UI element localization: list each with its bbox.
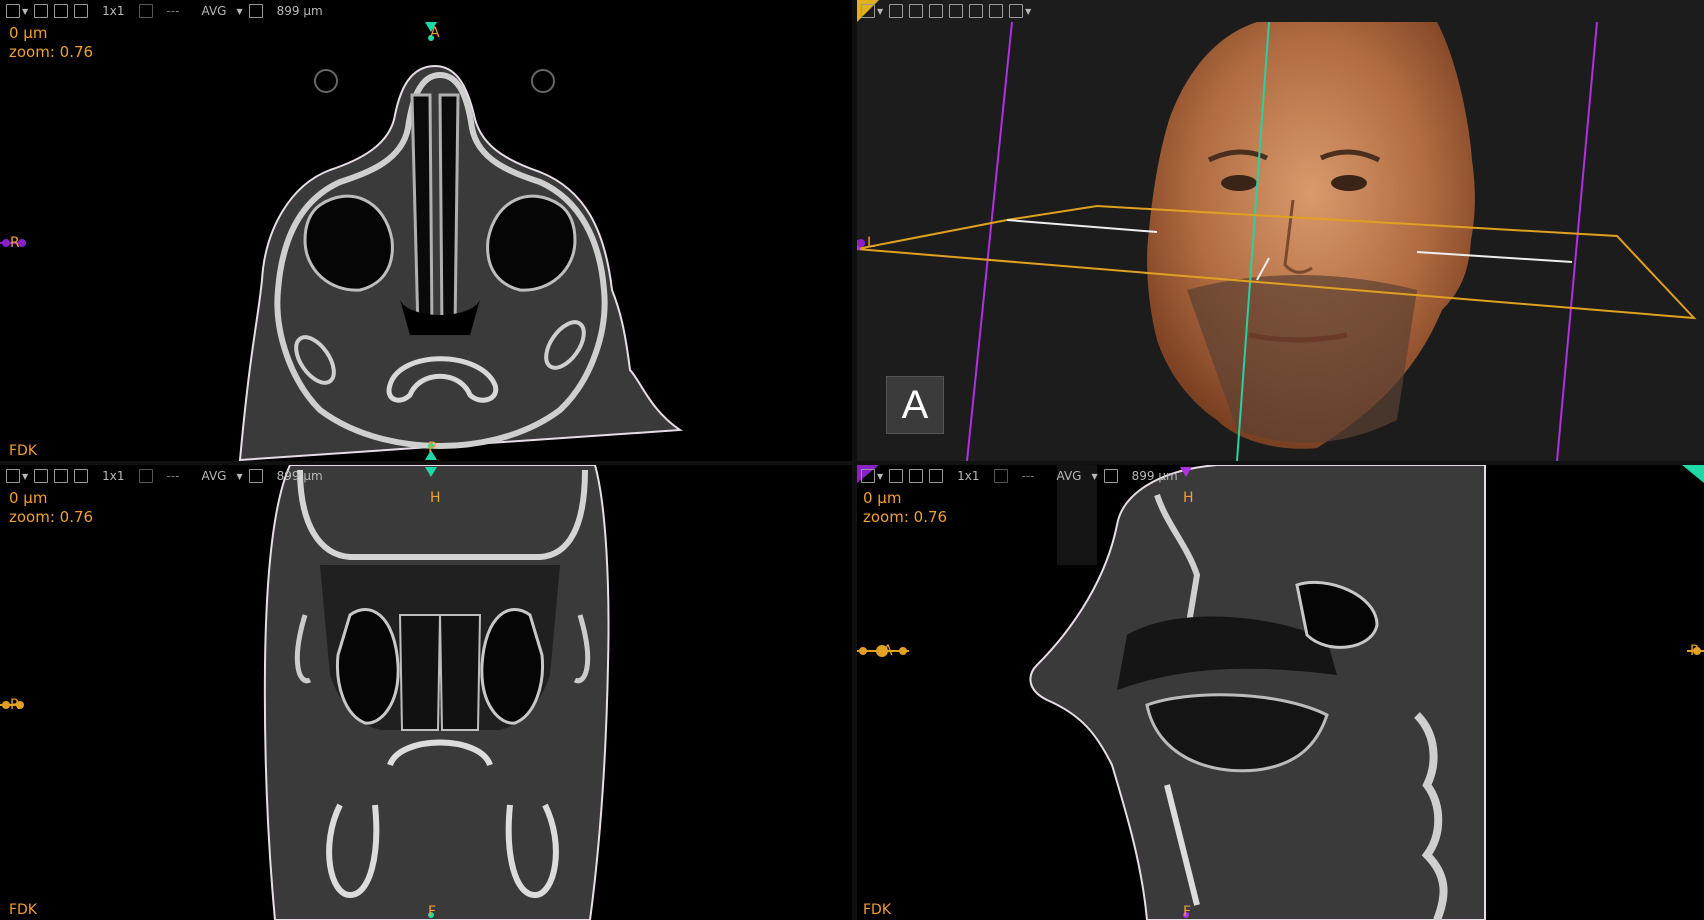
copy-icon[interactable] xyxy=(1103,469,1118,483)
chevron-down-icon[interactable]: ▼ xyxy=(877,7,883,16)
3d-face-render xyxy=(857,0,1697,461)
layout-icon[interactable] xyxy=(74,469,89,483)
thickness-value[interactable]: 899 µm xyxy=(269,469,331,483)
recon-label: FDK xyxy=(9,902,38,918)
save-icon[interactable] xyxy=(861,469,875,483)
thickness-value[interactable]: 899 µm xyxy=(1124,469,1186,483)
copy-icon[interactable] xyxy=(248,4,263,18)
snapshot-icon[interactable] xyxy=(909,469,924,483)
orient-left: A xyxy=(883,643,893,659)
separator-dashes: --- xyxy=(166,469,180,483)
orient-top: A xyxy=(430,25,440,41)
sync-icon[interactable] xyxy=(993,469,1008,483)
orient-right: P xyxy=(1690,643,1699,659)
orient-bottom: F xyxy=(1183,904,1192,920)
orient-bottom: F xyxy=(428,904,437,920)
3d-toolbar: ▼ ▼ xyxy=(861,2,1031,20)
layout-label[interactable]: 1x1 xyxy=(94,4,132,18)
separator-dashes: --- xyxy=(166,4,180,18)
orientation-cube[interactable]: A xyxy=(886,376,944,434)
zoom-level: zoom: 0.76 xyxy=(9,508,94,526)
chevron-down-icon[interactable]: ▼ xyxy=(236,7,242,16)
slice-info: 0 µm zoom: 0.76 xyxy=(9,24,93,62)
slice-position: 0 µm xyxy=(9,489,48,507)
orient-top: H xyxy=(430,490,441,506)
axial-ct-image xyxy=(0,22,683,461)
cube-view-icon[interactable] xyxy=(929,4,944,18)
fit-icon[interactable] xyxy=(34,4,49,18)
chevron-down-icon[interactable]: ▼ xyxy=(1025,7,1031,16)
fit-icon[interactable] xyxy=(889,4,904,18)
sagittal-toolbar: ▼ 1x1 --- AVG ▼ 899 µm xyxy=(861,467,1186,485)
pane-divider-horizontal[interactable] xyxy=(0,461,1704,465)
layout-icon[interactable] xyxy=(929,469,944,483)
snapshot-icon[interactable] xyxy=(54,469,69,483)
fit-icon[interactable] xyxy=(889,469,904,483)
snapshot-icon[interactable] xyxy=(909,4,924,18)
save-icon[interactable] xyxy=(6,469,20,483)
orient-left: R xyxy=(10,697,20,713)
layout-label[interactable]: 1x1 xyxy=(94,469,132,483)
sagittal-viewport[interactable]: ▼ 1x1 --- AVG ▼ 899 µm 0 µm zoom: 0.76 H … xyxy=(857,465,1704,920)
save-icon[interactable] xyxy=(6,4,20,18)
layout-label[interactable]: 1x1 xyxy=(949,469,987,483)
sagittal-ct-image xyxy=(857,465,1704,920)
cube-view-icon[interactable] xyxy=(989,4,1004,18)
coronal-viewport[interactable]: ▼ 1x1 --- AVG ▼ 899 µm 0 µm zoom: 0.76 H … xyxy=(0,465,852,920)
pane-divider-vertical[interactable] xyxy=(852,0,857,920)
coronal-ct-image xyxy=(0,465,610,920)
projection-select[interactable]: AVG xyxy=(194,4,235,18)
chevron-down-icon[interactable]: ▼ xyxy=(22,472,28,481)
cube-view-icon[interactable] xyxy=(949,4,964,18)
orient-left: L xyxy=(867,235,875,251)
orient-bottom: P xyxy=(428,440,437,456)
save-icon[interactable] xyxy=(861,4,875,18)
chevron-down-icon[interactable]: ▼ xyxy=(877,472,883,481)
slice-info: 0 µm zoom: 0.76 xyxy=(863,489,947,527)
axial-toolbar: ▼ 1x1 --- AVG ▼ 899 µm xyxy=(6,2,331,20)
chevron-down-icon[interactable]: ▼ xyxy=(22,7,28,16)
zoom-level: zoom: 0.76 xyxy=(863,508,948,526)
fit-icon[interactable] xyxy=(34,469,49,483)
axial-viewport[interactable]: ▼ 1x1 --- AVG ▼ 899 µm 0 µm zoom: 0.76 A … xyxy=(0,0,852,461)
thickness-value[interactable]: 899 µm xyxy=(269,4,331,18)
projection-select[interactable]: AVG xyxy=(194,469,235,483)
cube-view-icon[interactable] xyxy=(969,4,984,18)
sync-icon[interactable] xyxy=(138,469,153,483)
chevron-down-icon[interactable]: ▼ xyxy=(1091,472,1097,481)
cube-view-icon[interactable] xyxy=(1009,4,1024,18)
slice-position: 0 µm xyxy=(9,24,48,42)
sync-icon[interactable] xyxy=(138,4,153,18)
snapshot-icon[interactable] xyxy=(54,4,69,18)
recon-label: FDK xyxy=(9,443,38,459)
separator-dashes: --- xyxy=(1021,469,1035,483)
projection-select[interactable]: AVG xyxy=(1049,469,1090,483)
coronal-toolbar: ▼ 1x1 --- AVG ▼ 899 µm xyxy=(6,467,331,485)
orient-top: H xyxy=(1183,490,1194,506)
3d-viewport[interactable]: ▼ ▼ L xyxy=(857,0,1704,461)
copy-icon[interactable] xyxy=(248,469,263,483)
zoom-level: zoom: 0.76 xyxy=(9,43,94,61)
layout-icon[interactable] xyxy=(74,4,89,18)
chevron-down-icon[interactable]: ▼ xyxy=(236,472,242,481)
orient-left: R xyxy=(10,235,20,251)
slice-position: 0 µm xyxy=(863,489,902,507)
slice-info: 0 µm zoom: 0.76 xyxy=(9,489,93,527)
recon-label: FDK xyxy=(863,902,892,918)
